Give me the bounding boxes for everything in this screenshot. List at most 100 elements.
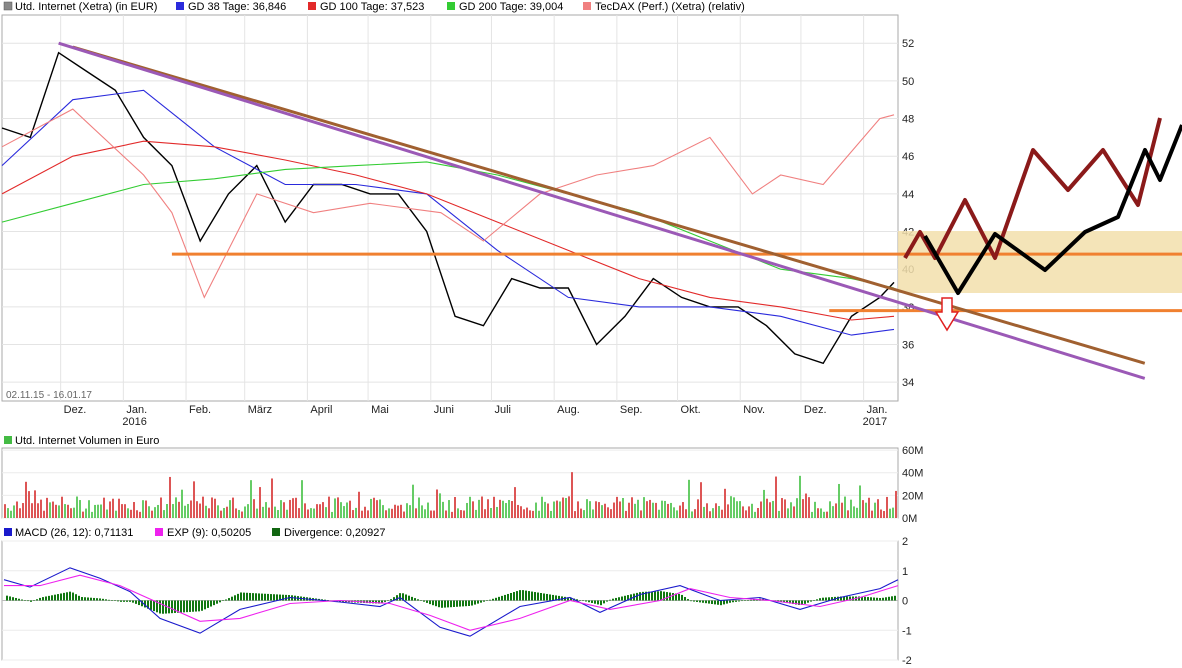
volume-bar — [58, 505, 60, 518]
divergence-bar — [738, 600, 740, 602]
volume-bar — [385, 510, 387, 518]
volume-bar — [436, 489, 438, 518]
divergence-bar — [429, 600, 431, 605]
volume-bar — [37, 503, 39, 518]
divergence-bar — [864, 596, 866, 601]
divergence-bar — [63, 592, 65, 601]
divergence-bar — [453, 600, 455, 607]
divergence-bar — [657, 591, 659, 601]
legend-gd100: GD 100 Tage: 37,523 — [320, 1, 424, 13]
volume-bar — [868, 497, 870, 518]
volume-bar — [511, 501, 513, 518]
volume-bar — [736, 501, 738, 518]
divergence-bar — [399, 593, 401, 601]
divergence-bar — [474, 600, 476, 605]
divergence-bar — [885, 597, 887, 601]
volume-bar — [517, 504, 519, 518]
divergence-bar — [603, 600, 605, 604]
volume-bar — [262, 506, 264, 518]
volume-bar — [223, 507, 225, 518]
divergence-bar — [540, 593, 542, 601]
volume-bar — [562, 497, 564, 518]
divergence-bar — [87, 597, 89, 601]
volume-bar — [790, 502, 792, 518]
volume-bar — [742, 506, 744, 518]
volume-bar — [307, 509, 309, 518]
volume-bar — [4, 504, 6, 518]
divergence-bar — [513, 592, 515, 601]
volume-bar — [835, 503, 837, 518]
divergence-bar — [585, 600, 587, 602]
volume-bar — [64, 504, 66, 518]
divergence-bar — [498, 596, 500, 601]
divergence-bar — [93, 597, 95, 601]
volume-bar — [379, 499, 381, 518]
volume-bar — [685, 509, 687, 518]
volume-bar — [616, 496, 618, 518]
divergence-bar — [60, 593, 62, 601]
price-y-tick-label: 36 — [902, 340, 914, 352]
divergence-bar — [249, 592, 251, 601]
divergence-bar — [501, 595, 503, 601]
volume-bar — [703, 506, 705, 518]
volume-bar — [469, 496, 471, 518]
volume-bar — [196, 501, 198, 518]
x-tick-label: Feb. — [189, 404, 211, 416]
divergence-bar — [549, 594, 551, 601]
volume-bar — [19, 508, 21, 518]
volume-bar — [571, 472, 573, 518]
volume-bar — [661, 500, 663, 518]
volume-bar — [640, 510, 642, 518]
legend-swatch-macd — [4, 528, 12, 536]
volume-bar — [250, 480, 252, 518]
volume-bar — [505, 503, 507, 518]
divergence-bar — [726, 600, 728, 604]
divergence-bar — [12, 597, 14, 601]
divergence-bar — [711, 600, 713, 604]
divergence-bar — [267, 593, 269, 601]
divergence-bar — [15, 597, 17, 601]
volume-bar — [322, 502, 324, 518]
x-tick-label: Dez. — [804, 404, 827, 416]
volume-bar — [838, 483, 840, 518]
divergence-bar — [84, 597, 86, 601]
divergence-bar — [813, 600, 815, 601]
volume-bar — [595, 501, 597, 518]
volume-bar — [730, 496, 732, 518]
volume-bar — [877, 499, 879, 518]
divergence-bar — [444, 600, 446, 608]
volume-bar — [748, 506, 750, 518]
volume-bar — [61, 496, 63, 518]
volume-bar — [100, 504, 102, 518]
volume-bar — [613, 502, 615, 518]
divergence-bar — [615, 597, 617, 601]
divergence-bar — [105, 599, 107, 601]
x-tick-label: Aug. — [557, 404, 580, 416]
volume-bar — [316, 504, 318, 518]
divergence-bar — [417, 599, 419, 601]
divergence-bar — [528, 591, 530, 601]
divergence-bar — [216, 600, 218, 604]
divergence-bar — [720, 600, 722, 606]
volume-bar — [148, 506, 150, 518]
volume-bar — [424, 509, 426, 518]
volume-bar — [289, 499, 291, 518]
divergence-bar — [807, 600, 809, 603]
volume-bar — [214, 498, 216, 518]
divergence-bar — [252, 593, 254, 601]
volume-bar — [310, 508, 312, 518]
volume-bar — [145, 500, 147, 518]
divergence-bar — [201, 600, 203, 611]
volume-bar — [691, 511, 693, 518]
divergence-bar — [687, 599, 689, 601]
divergence-bar — [108, 599, 110, 601]
divergence-bar — [117, 600, 119, 602]
divergence-bar — [405, 594, 407, 601]
volume-bar — [10, 510, 12, 518]
volume-bar — [670, 502, 672, 518]
volume-bar — [286, 509, 288, 518]
main-legend: Utd. Internet (Xetra) (in EUR) GD 38 Tag… — [3, 1, 745, 13]
volume-bar — [172, 504, 174, 518]
divergence-bar — [879, 598, 881, 601]
divergence-bar — [723, 600, 725, 605]
